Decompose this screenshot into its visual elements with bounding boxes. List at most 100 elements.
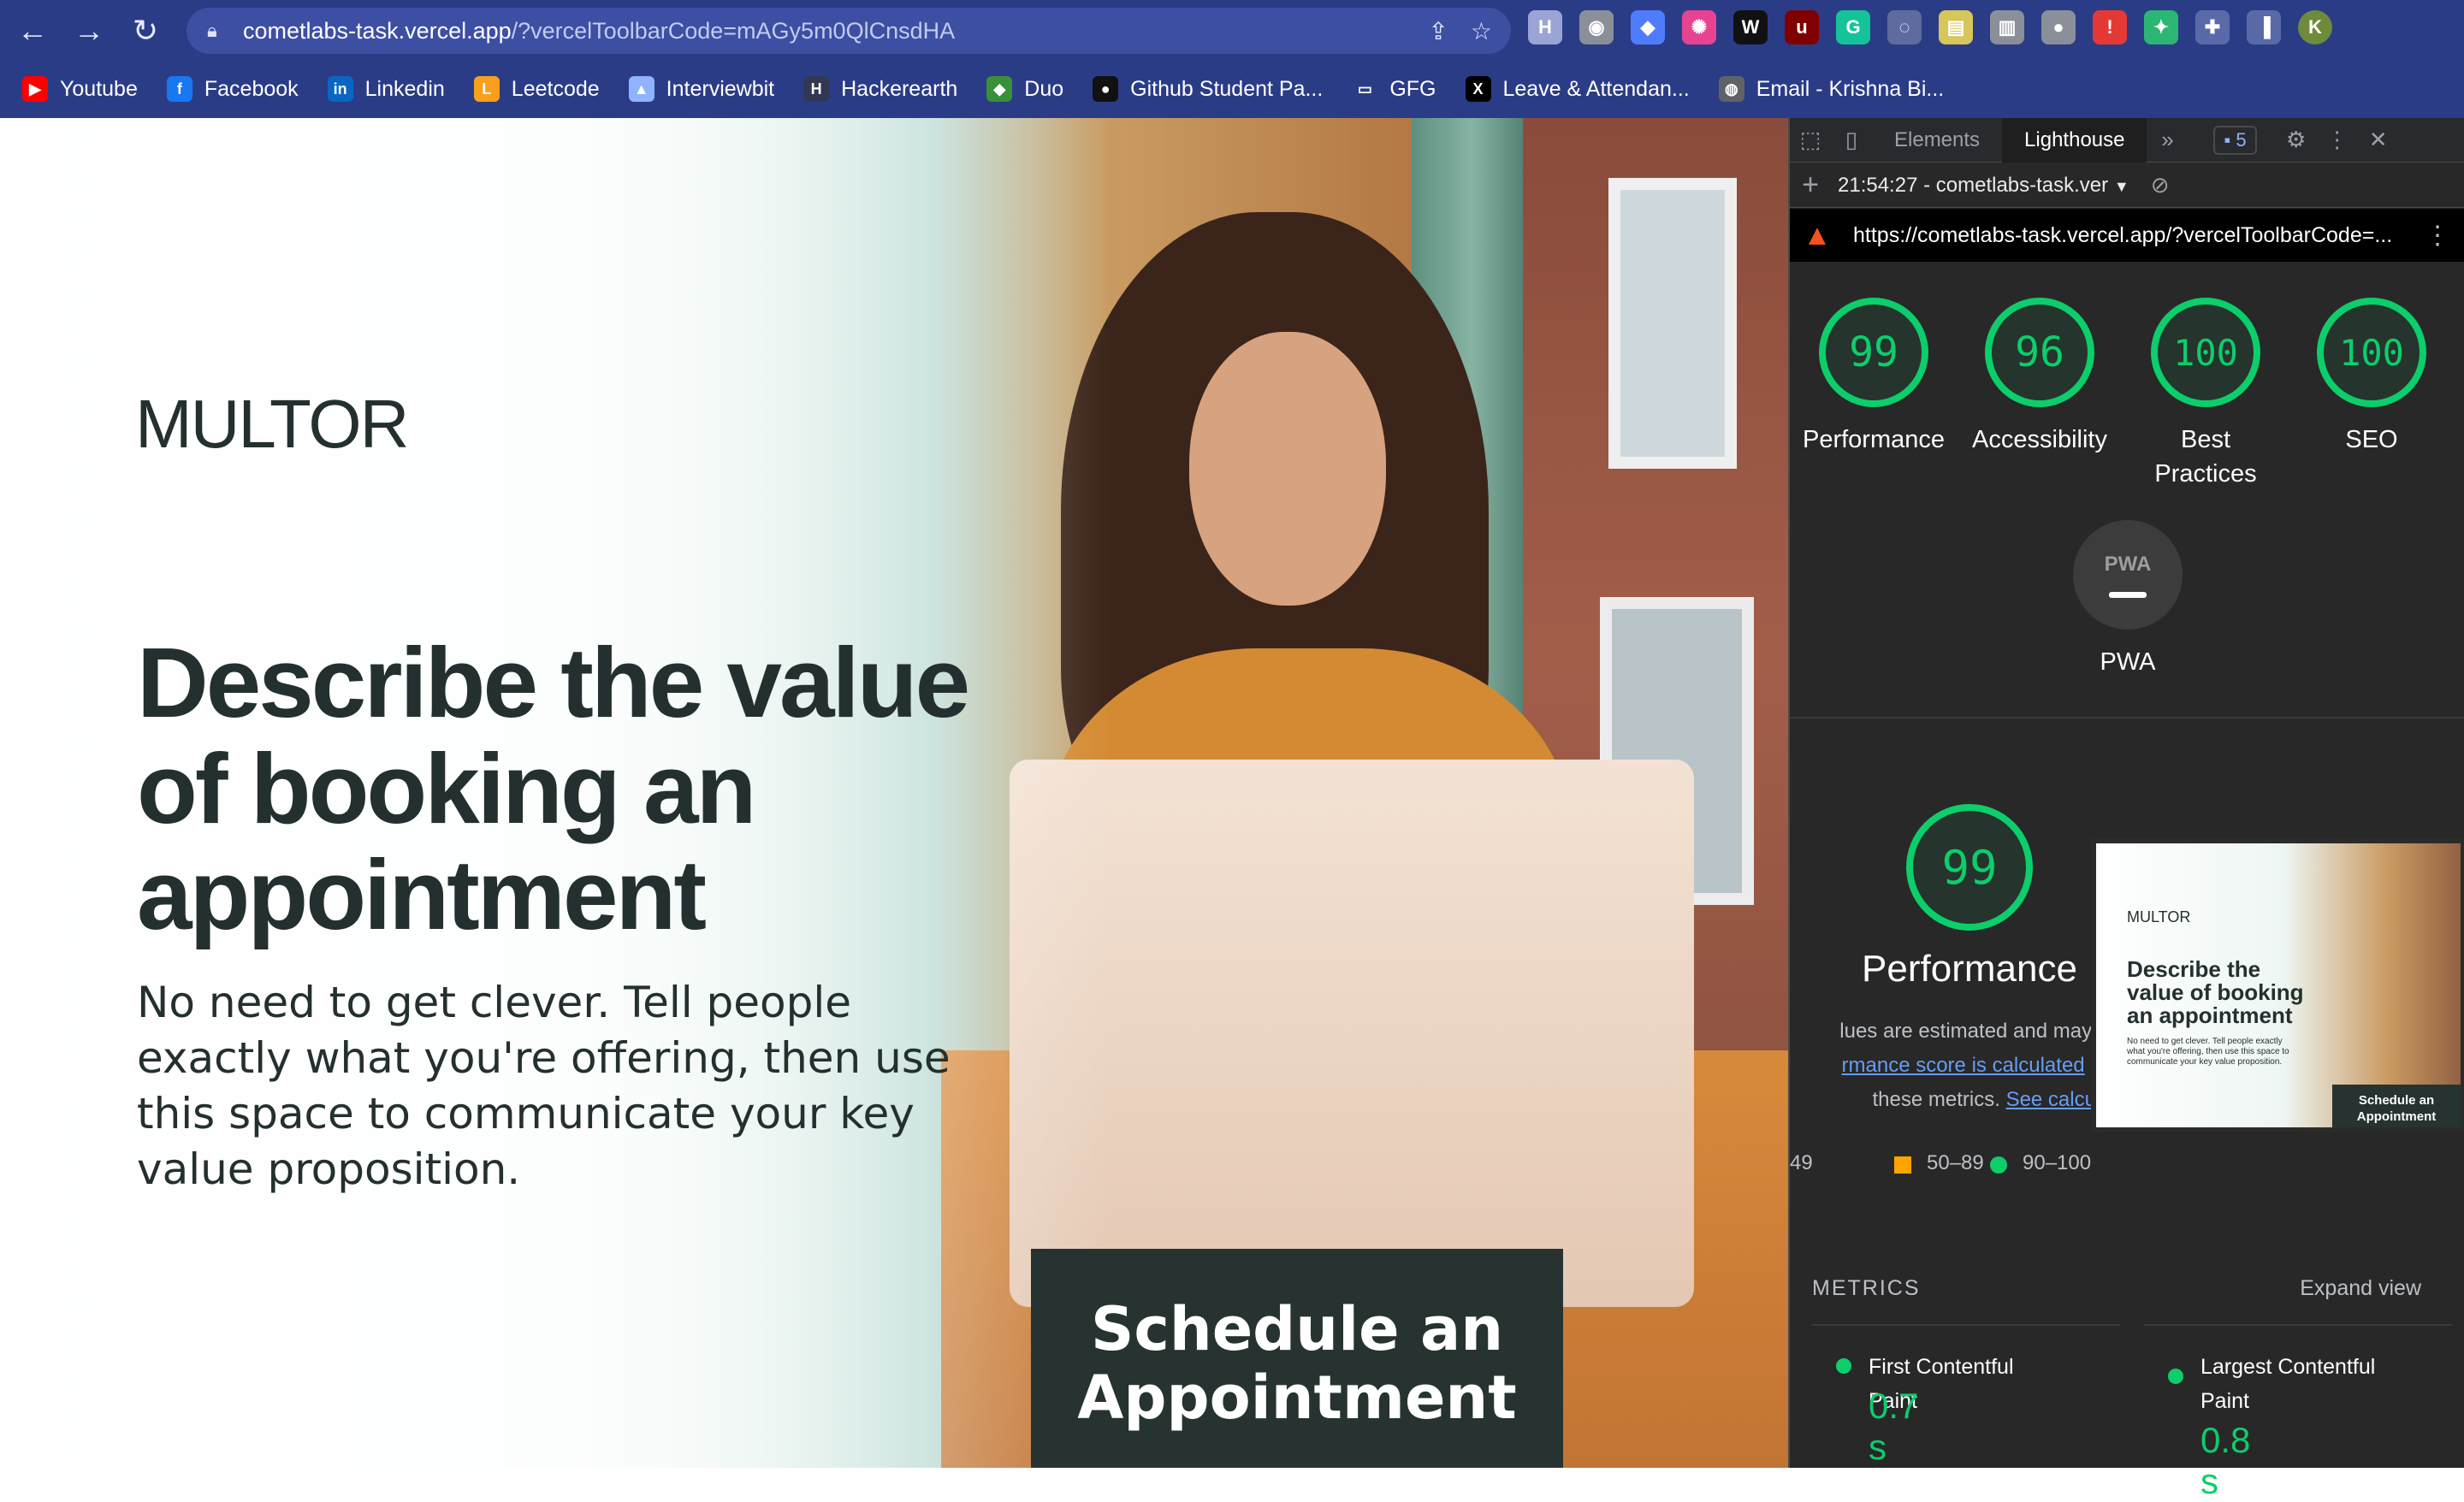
performance-title: Performance	[1862, 948, 2077, 990]
duo-icon: ◆	[986, 76, 1013, 102]
forward-arrow-icon[interactable]: →	[65, 7, 113, 55]
cursor-ext-icon[interactable]: ◌	[1887, 10, 1922, 44]
note-line-1: lues are estimated and may vary.	[1839, 1020, 2141, 1043]
bookmark-label: GFG	[1389, 76, 1436, 101]
gauge-pwa[interactable]: PWA PWA	[2070, 520, 2186, 679]
report-selector[interactable]: 21:54:27 - cometlabs-task.ver ▼	[1838, 174, 2129, 198]
note-ext-icon[interactable]: ▤	[1939, 10, 1973, 44]
close-devtools-icon[interactable]: ✕	[2358, 118, 2399, 163]
bookmark-label: Duo	[1024, 76, 1064, 101]
gauge-accessibility[interactable]: 96 Accessibility	[1956, 298, 2123, 457]
bookmark-item[interactable]: ◆ Duo	[986, 76, 1063, 102]
browser-chrome: ← → ↻ 🔒︎ cometlabs-task.vercel.app/?verc…	[0, 0, 2464, 118]
alert-ext-icon[interactable]: !	[2093, 10, 2127, 44]
section-divider	[1790, 717, 2464, 718]
bookmarks-bar: ▶ Youtube f Facebook in Linkedin L Leetcode ▲ Int…	[0, 65, 2464, 113]
back-arrow-icon[interactable]: ←	[9, 7, 56, 55]
new-report-icon[interactable]: +	[1790, 163, 1831, 208]
ublock-ext-icon[interactable]: u	[1785, 10, 1819, 44]
bookmark-item[interactable]: ▶ Youtube	[22, 76, 138, 102]
pwa-badge-text: PWA	[2104, 552, 2152, 576]
legend-pass-dot-icon	[1990, 1156, 2007, 1174]
page-screenshot-thumbnail[interactable]: MULTOR Describe the value of booking an …	[2091, 838, 2464, 1132]
bird-ext-icon[interactable]: ✦	[2144, 10, 2178, 44]
tab-elements[interactable]: Elements	[1872, 118, 2002, 163]
score-note: lues are estimated and may vary. rmance …	[1790, 1014, 2141, 1117]
more-tabs-icon[interactable]: »	[2147, 118, 2188, 163]
clipboard-ext-icon[interactable]: ▥	[1990, 10, 2024, 44]
bottle-ext-icon[interactable]: ●	[2041, 10, 2076, 44]
shield-ext-icon[interactable]: ◆	[1631, 10, 1665, 44]
color-ext-icon[interactable]: ✺	[1682, 10, 1716, 44]
bookmark-item[interactable]: X Leave & Attendan...	[1465, 76, 1690, 102]
bookmark-label: Youtube	[60, 76, 138, 101]
owl-ext-icon[interactable]: ◉	[1579, 10, 1614, 44]
bookmark-item[interactable]: L Leetcode	[473, 76, 600, 102]
leetcode-icon: L	[473, 76, 500, 102]
wappalyzer-ext-icon[interactable]: W	[1733, 10, 1768, 44]
laptop	[1010, 760, 1694, 1307]
score-ring: 100	[2151, 298, 2260, 407]
device-toolbar-icon[interactable]: ▯	[1831, 118, 1872, 163]
extensions-bar: H ◉ ◆ ✺ Wu G ◌ ▤ ▥ ●! ✦ ✚ ▐ K	[1528, 10, 2332, 44]
gauge-label: Best Practices	[2154, 426, 2257, 488]
expand-view-toggle[interactable]: Expand view	[2300, 1276, 2421, 1301]
avatar[interactable]: K	[2298, 10, 2332, 44]
person-face	[1189, 332, 1386, 606]
gauge-best-practices[interactable]: 100 Best Practices	[2122, 298, 2289, 491]
grammarly-ext-icon[interactable]: G	[1836, 10, 1870, 44]
lock-icon: 🔒︎	[207, 20, 217, 41]
issues-count: 5	[2236, 128, 2247, 151]
folder-icon: ▭	[1352, 76, 1378, 102]
brand-logo[interactable]: MULTOR	[135, 385, 409, 464]
gauge-seo[interactable]: 100 SEO	[2288, 298, 2455, 457]
tab-lighthouse[interactable]: Lighthouse	[2002, 117, 2147, 163]
report-selector-label: 21:54:27 - cometlabs-task.ver	[1838, 173, 2109, 197]
x-icon: X	[1465, 76, 1491, 102]
report-menu-icon[interactable]: ⋮	[2425, 221, 2450, 251]
bookmark-item[interactable]: H Hackerearth	[803, 76, 957, 102]
score-calculation-link[interactable]: rmance score is calculated	[1842, 1054, 2085, 1077]
linkedin-icon: in	[327, 76, 353, 102]
kebab-menu-icon[interactable]: ⋮	[2317, 118, 2358, 163]
bookmark-item[interactable]: ◍ Email - Krishna Bi...	[1718, 76, 1944, 102]
report-url[interactable]: https://cometlabs-task.vercel.app/?verce…	[1853, 223, 2392, 248]
lighthouse-report-url-bar: ▲ https://cometlabs-task.vercel.app/?ver…	[1790, 209, 2464, 262]
gauge-performance[interactable]: 99 Performance	[1790, 298, 1958, 457]
bookmark-item[interactable]: ● Github Student Pa...	[1093, 76, 1323, 102]
bookmark-item[interactable]: in Linkedin	[327, 76, 445, 102]
legend-pass-label: 90–100	[2023, 1151, 2092, 1174]
pwa-label: PWA	[2100, 648, 2156, 676]
sidepanel-ext-icon[interactable]: ▐	[2247, 10, 2281, 44]
bookmark-item[interactable]: ▲ Interviewbit	[628, 76, 775, 102]
bookmark-item[interactable]: ▭ GFG	[1352, 76, 1436, 102]
reload-icon[interactable]: ↻	[121, 7, 169, 55]
landing-page: MULTOR Describe the value of booking an …	[0, 118, 1788, 1468]
share-icon[interactable]: ⇪	[1428, 17, 1448, 45]
issues-badge[interactable]: ▪ 5	[2213, 125, 2257, 155]
dropdown-arrow-icon: ▼	[2113, 177, 2129, 195]
h-ext-icon[interactable]: H	[1528, 10, 1562, 44]
inspect-element-icon[interactable]: ⬚	[1790, 118, 1831, 163]
bookmark-label: Linkedin	[364, 76, 445, 101]
bookmark-star-icon[interactable]: ☆	[1471, 17, 1492, 45]
thumbnail-subtext: No need to get clever. Tell people exact…	[2127, 1037, 2289, 1067]
pwa-badge: PWA	[2073, 520, 2183, 630]
address-bar[interactable]: 🔒︎ cometlabs-task.vercel.app/?vercelTool…	[187, 8, 1511, 54]
puzzle-ext-icon[interactable]: ✚	[2195, 10, 2230, 44]
pass-dot-icon	[1836, 1358, 1851, 1374]
gauge-label: Performance	[1802, 426, 1945, 453]
interviewbit-icon: ▲	[628, 76, 654, 102]
settings-gear-icon[interactable]: ⚙	[2276, 118, 2317, 163]
youtube-icon: ▶	[22, 76, 48, 102]
score-ring: 99	[1819, 298, 1928, 407]
lighthouse-toolbar: + 21:54:27 - cometlabs-task.ver ▼ ⊘	[1790, 163, 2464, 208]
bookmark-label: Interviewbit	[666, 76, 775, 101]
browser-toolbar: ← → ↻ 🔒︎ cometlabs-task.vercel.app/?verc…	[0, 0, 2464, 62]
gauge-label: Accessibility	[1972, 426, 2107, 453]
bookmark-item[interactable]: f Facebook	[166, 76, 299, 102]
facebook-icon: f	[166, 76, 192, 102]
metrics-header: METRICS	[1812, 1276, 1921, 1300]
clear-reports-icon[interactable]: ⊘	[2140, 163, 2181, 208]
schedule-appointment-button[interactable]: Schedule an Appointment	[1031, 1249, 1563, 1468]
